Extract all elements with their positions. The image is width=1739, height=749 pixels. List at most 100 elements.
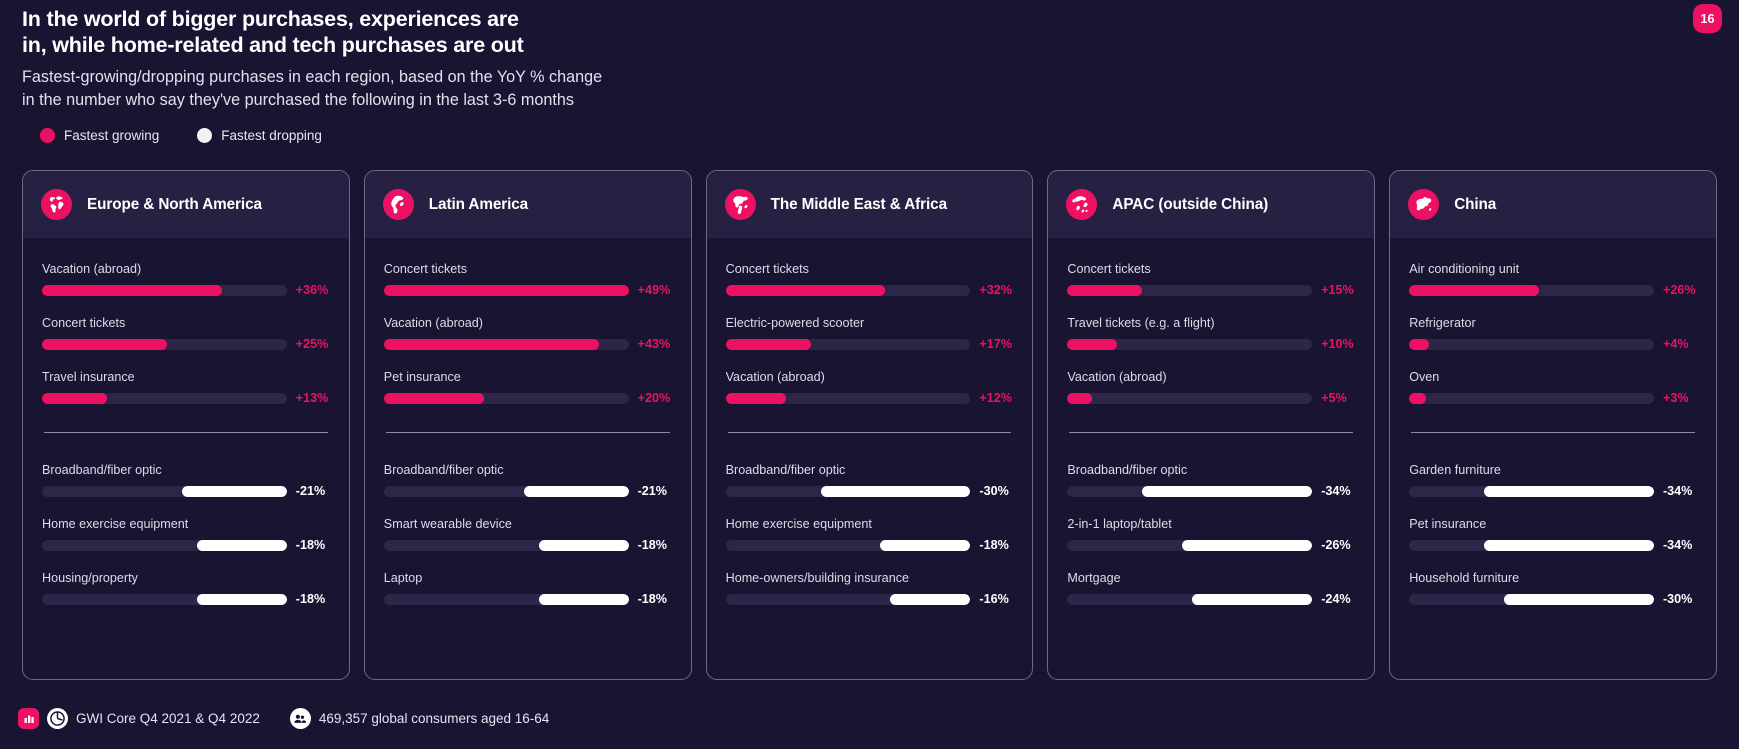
region-card-body: Air conditioning unit +26% Refrigerator +4%…	[1390, 238, 1716, 679]
bar-fill-dropping	[1192, 593, 1313, 605]
bar-line: +49%	[383, 283, 672, 297]
bar-fill-dropping	[181, 485, 287, 497]
globe-europe-icon	[41, 189, 72, 220]
bar-row: Vacation (abroad) +12%	[725, 370, 1014, 405]
bar-label: Vacation (abroad)	[1067, 370, 1167, 384]
footer-source: GWI Core Q4 2021 & Q4 2022	[18, 708, 260, 729]
bar-fill-growing	[1067, 338, 1118, 350]
bar-label: Electric-powered scooter	[725, 316, 865, 330]
bar-line: -34%	[1409, 484, 1697, 498]
globe-asia-icon	[1066, 189, 1098, 220]
bar-row: Broadband/fiber optic -34%	[1067, 463, 1355, 498]
bar-value: -18%	[295, 538, 326, 552]
bar-row: Concert tickets +49%	[383, 262, 672, 297]
bar-line: -30%	[1409, 592, 1697, 606]
bar-line: +10%	[1067, 337, 1355, 351]
bar-track	[383, 485, 629, 497]
bar-fill-dropping	[538, 539, 629, 551]
bar-line: -18%	[42, 538, 330, 552]
bar-line: +4%	[1409, 337, 1697, 351]
slide-root: In the world of bigger purchases, experi…	[0, 0, 1739, 749]
bar-row: Electric-powered scooter +17%	[725, 316, 1014, 351]
bar-row: Concert tickets +32%	[725, 262, 1014, 297]
bar-track	[42, 338, 287, 350]
bar-value: -18%	[637, 538, 667, 552]
growing-group: Vacation (abroad) +36% Concert tickets +25%…	[42, 262, 330, 405]
section-divider	[1069, 432, 1354, 433]
bar-track	[725, 392, 971, 404]
bar-value: +43%	[637, 337, 671, 351]
gwi-logo-icon	[47, 708, 68, 729]
bar-label: Concert tickets	[725, 262, 809, 276]
bar-label: Mortgage	[1067, 571, 1121, 585]
bar-row: Concert tickets +25%	[42, 316, 330, 351]
bar-value: -18%	[637, 592, 667, 606]
bar-label: Broadband/fiber optic	[383, 463, 504, 477]
section-divider	[44, 432, 328, 433]
bar-track	[383, 539, 629, 551]
bar-track	[725, 593, 971, 605]
bar-fill-dropping	[523, 485, 629, 497]
dropping-group: Broadband/fiber optic -21% Smart wearable …	[383, 463, 672, 606]
bar-line: +25%	[42, 337, 330, 351]
bar-label: Broadband/fiber optic	[42, 463, 162, 477]
bar-value: +4%	[1662, 337, 1689, 351]
bar-value: -18%	[295, 592, 326, 606]
bar-line: -34%	[1067, 484, 1355, 498]
bar-value: -24%	[1321, 592, 1351, 606]
bar-fill-dropping	[1484, 539, 1654, 551]
bar-value: +10%	[1321, 337, 1354, 351]
bar-row: Broadband/fiber optic -21%	[42, 463, 330, 498]
bar-row: Travel insurance +13%	[42, 370, 330, 405]
footer: GWI Core Q4 2021 & Q4 2022 469,357 globa…	[18, 708, 549, 729]
bar-line: +43%	[383, 337, 672, 351]
bar-line: +17%	[725, 337, 1014, 351]
bar-track	[1409, 284, 1654, 296]
bar-value: -30%	[979, 484, 1009, 498]
legend-dot-dropping-icon	[197, 128, 213, 143]
bar-fill-dropping	[1182, 539, 1313, 551]
bar-track	[42, 392, 287, 404]
globe-south-america-icon	[382, 189, 414, 220]
region-card: China Air conditioning unit +26% Refrigerat…	[1389, 170, 1717, 680]
bar-label: Household furniture	[1409, 571, 1520, 585]
bar-fill-growing	[1067, 392, 1093, 404]
bar-fill-growing	[383, 338, 599, 350]
bar-fill-growing	[725, 392, 786, 404]
bar-value: -34%	[1662, 538, 1693, 552]
header: In the world of bigger purchases, experi…	[22, 6, 1222, 111]
bar-row: Garden furniture -34%	[1409, 463, 1697, 498]
region-card-body: Vacation (abroad) +36% Concert tickets +25%…	[23, 238, 349, 679]
bar-fill-growing	[1409, 284, 1540, 296]
bar-line: +13%	[42, 391, 330, 405]
dropping-group: Broadband/fiber optic -34% 2-in-1 laptop/t…	[1067, 463, 1355, 606]
bar-row: Pet insurance -34%	[1409, 517, 1697, 552]
bar-track	[1067, 284, 1313, 296]
bar-label: Pet insurance	[383, 370, 461, 384]
growing-group: Air conditioning unit +26% Refrigerator +4%…	[1409, 262, 1697, 405]
legend-dot-growing-icon	[40, 128, 55, 143]
bar-value: -34%	[1321, 484, 1351, 498]
bar-track	[1067, 485, 1313, 497]
bar-track	[42, 539, 287, 551]
region-card-body: Concert tickets +15% Travel tickets (e.g. …	[1048, 238, 1374, 679]
bar-row: Vacation (abroad) +36%	[42, 262, 330, 297]
region-cards-row: Europe & North America Vacation (abroad) +…	[22, 170, 1717, 680]
bar-value: +13%	[295, 391, 329, 405]
bar-fill-dropping	[1504, 593, 1654, 605]
growing-group: Concert tickets +49% Vacation (abroad) +43%…	[383, 262, 672, 405]
bar-value: +5%	[1321, 391, 1347, 405]
bar-value: -30%	[1662, 592, 1693, 606]
people-icon	[289, 708, 311, 729]
bar-label: Air conditioning unit	[1409, 262, 1520, 276]
bar-label: Pet insurance	[1409, 517, 1487, 531]
bar-row: Oven +3%	[1409, 370, 1697, 405]
bar-label: Housing/property	[42, 571, 138, 585]
bar-line: +20%	[383, 391, 672, 405]
bar-value: +17%	[979, 337, 1012, 351]
bar-line: -18%	[42, 592, 330, 606]
bar-fill-dropping	[880, 539, 971, 551]
bar-fill-growing	[1067, 284, 1143, 296]
bar-line: -16%	[725, 592, 1014, 606]
bar-line: +12%	[725, 391, 1014, 405]
